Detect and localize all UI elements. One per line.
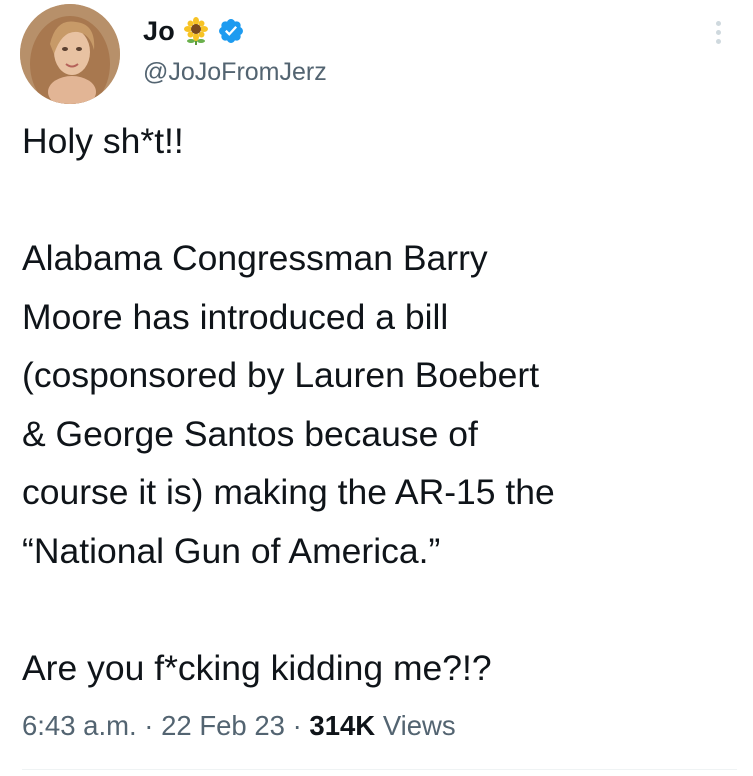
dot <box>715 20 721 26</box>
tweet-text: Holy sh*t!! Alabama Congressman Barry Mo… <box>22 112 737 697</box>
separator: · <box>144 710 154 741</box>
tweet-line-1: Holy sh*t!! <box>22 121 184 161</box>
sunflower-icon <box>181 16 211 46</box>
display-name[interactable]: Jo <box>143 16 175 47</box>
user-handle[interactable]: @JoJoFromJerz <box>143 58 327 87</box>
views-count: 314K <box>309 710 376 741</box>
more-options-icon[interactable] <box>706 12 730 52</box>
dot <box>715 38 721 44</box>
tweet-meta: 6:43 a.m. · 22 Feb 23 · 314K Views <box>22 710 456 742</box>
views-label: Views <box>382 710 456 741</box>
dot <box>715 29 721 35</box>
tweet-paragraph-2: Alabama Congressman Barry Moore has intr… <box>22 238 555 571</box>
tweet-date[interactable]: 22 Feb 23 <box>161 710 285 741</box>
separator: · <box>292 710 302 741</box>
tweet-card: Jo @JoJoFromJerz Holy sh*t!! Alabama Con… <box>0 0 753 776</box>
avatar[interactable] <box>20 4 120 104</box>
divider <box>22 769 737 770</box>
verified-badge-icon <box>217 17 245 45</box>
avatar-image <box>20 4 120 104</box>
tweet-line-3: Are you f*cking kidding me?!? <box>22 647 492 688</box>
tweet-time[interactable]: 6:43 a.m. <box>22 710 137 741</box>
name-row: Jo <box>143 12 245 50</box>
